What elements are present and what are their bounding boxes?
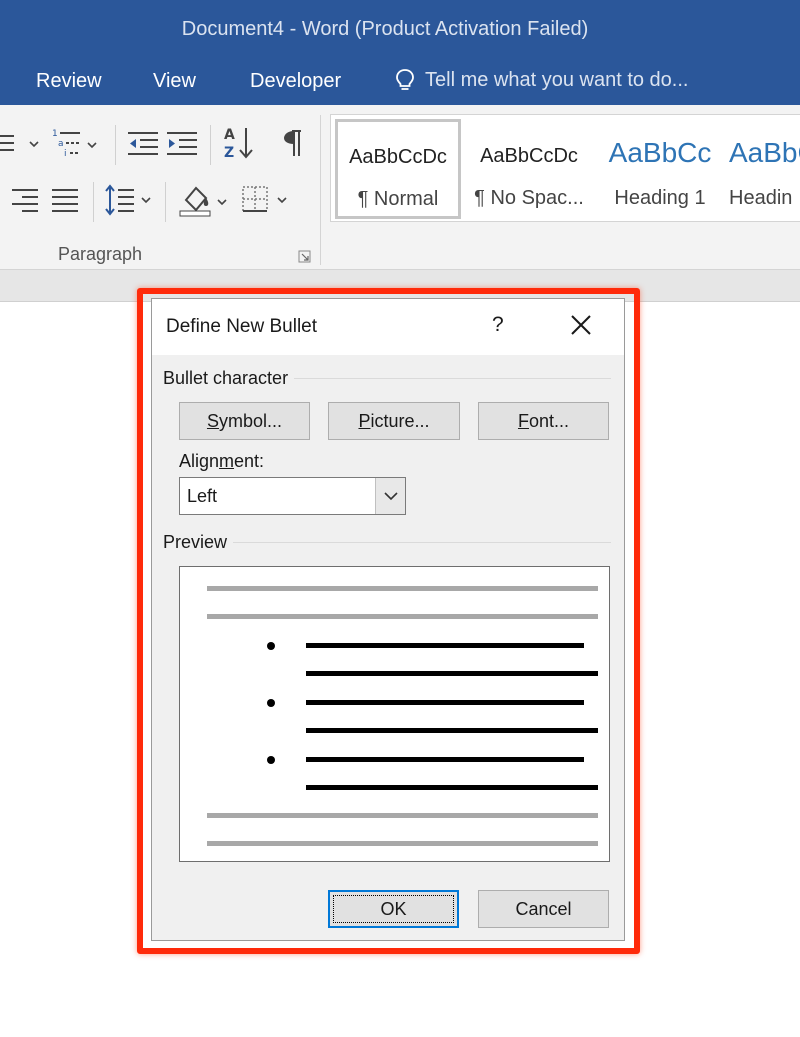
preview-line: [306, 757, 584, 762]
sort-icon[interactable]: A Z: [222, 124, 256, 162]
style-normal[interactable]: AaBbCcDc ¶ Normal: [335, 119, 461, 219]
style-sample: AaBbCcDc: [480, 145, 578, 167]
show-formatting-marks-icon[interactable]: [280, 128, 304, 160]
symbol-button[interactable]: Symbol...: [179, 402, 310, 440]
preview-line: [207, 586, 598, 591]
style-name: ¶ Normal: [357, 188, 439, 210]
svg-text:a: a: [58, 139, 64, 149]
tab-view[interactable]: View: [153, 70, 196, 93]
picture-button-label: icture...: [370, 410, 430, 431]
alignment-dropdown-button[interactable]: [375, 478, 405, 514]
svg-text:Z: Z: [224, 145, 234, 161]
ribbon-group-separator: [320, 115, 321, 265]
chevron-down-icon: [383, 492, 398, 501]
preview-line: [306, 671, 598, 676]
alignment-label-post: ent:: [234, 451, 265, 471]
lightbulb-icon: [396, 69, 414, 90]
style-sample: AaBbC: [729, 137, 800, 168]
style-no-spacing[interactable]: AaBbCcDc ¶ No Spac...: [465, 115, 593, 221]
picture-button-key: P: [358, 410, 371, 431]
svg-text:1: 1: [52, 129, 58, 139]
alignment-value: Left: [187, 486, 218, 506]
preview-label: Preview: [163, 532, 234, 553]
preview-bullet: [267, 699, 275, 707]
justify-icon[interactable]: [50, 186, 80, 214]
ok-button[interactable]: OK: [328, 890, 459, 928]
window-title: Document4 - Word (Product Activation Fai…: [181, 18, 589, 40]
increase-indent-icon[interactable]: [165, 128, 199, 158]
dialog-title-bar[interactable]: Define New Bullet ?: [152, 299, 624, 355]
styles-gallery: AaBbCcDc ¶ Normal AaBbCcDc ¶ No Spac... …: [330, 114, 800, 222]
preview-line: [207, 813, 598, 818]
alignment-label-key: m: [219, 451, 235, 471]
help-button[interactable]: ?: [492, 313, 504, 337]
font-button-label: ont...: [528, 410, 570, 431]
define-new-bullet-dialog: Define New Bullet ? Bullet character Sym…: [151, 298, 625, 941]
tab-review[interactable]: Review: [36, 70, 102, 93]
decrease-indent-icon[interactable]: [126, 128, 160, 158]
style-sample: AaBbCc: [608, 137, 712, 168]
svg-text:A: A: [224, 127, 235, 143]
preview-line: [306, 700, 584, 705]
close-icon[interactable]: [569, 313, 593, 337]
title-bar: Document4 - Word (Product Activation Fai…: [0, 0, 800, 105]
borders-icon[interactable]: [240, 184, 294, 216]
style-name: Headin: [729, 187, 793, 209]
preview-bullet: [267, 642, 275, 650]
preview-line: [207, 614, 598, 619]
font-button-key: F: [517, 410, 529, 431]
bullet-preview: [179, 566, 610, 862]
dialog-title: Define New Bullet: [166, 316, 318, 337]
multilevel-list-dropdown-icon[interactable]: 1 a i: [50, 124, 102, 160]
bullet-character-label: Bullet character: [163, 368, 295, 389]
alignment-select[interactable]: Left: [179, 477, 406, 515]
line-spacing-icon[interactable]: [104, 182, 154, 218]
preview-line: [306, 728, 598, 733]
paragraph-group-label: Paragraph: [58, 244, 143, 264]
cancel-button-label: Cancel: [515, 898, 572, 919]
cancel-button[interactable]: Cancel: [478, 890, 609, 928]
tab-developer[interactable]: Developer: [250, 70, 341, 93]
preview-bullet: [267, 756, 275, 764]
symbol-button-label: ymbol...: [218, 410, 283, 431]
focus-rectangle: [333, 895, 454, 923]
font-button[interactable]: Font...: [478, 402, 609, 440]
tell-me-search[interactable]: Tell me what you want to do...: [395, 68, 688, 92]
style-heading-2[interactable]: AaBbC Headin: [725, 115, 800, 221]
preview-line: [306, 785, 598, 790]
picture-button[interactable]: Picture...: [328, 402, 460, 440]
alignment-label: Alignment:: [179, 451, 264, 472]
preview-line: [207, 841, 598, 846]
style-name: ¶ No Spac...: [474, 187, 584, 209]
alignment-label-pre: Align: [179, 451, 220, 471]
svg-text:i: i: [64, 149, 67, 159]
tell-me-placeholder: Tell me what you want to do...: [425, 68, 689, 91]
style-sample: AaBbCcDc: [349, 146, 447, 168]
style-heading-1[interactable]: AaBbCc Heading 1: [595, 115, 725, 221]
symbol-button-key: S: [206, 410, 219, 431]
multilevel-list-icon[interactable]: [0, 128, 42, 158]
dialog-launcher-icon[interactable]: [298, 250, 311, 263]
shading-icon[interactable]: [178, 182, 232, 218]
align-right-icon[interactable]: [10, 186, 40, 214]
preview-line: [306, 643, 584, 648]
style-name: Heading 1: [614, 187, 706, 209]
